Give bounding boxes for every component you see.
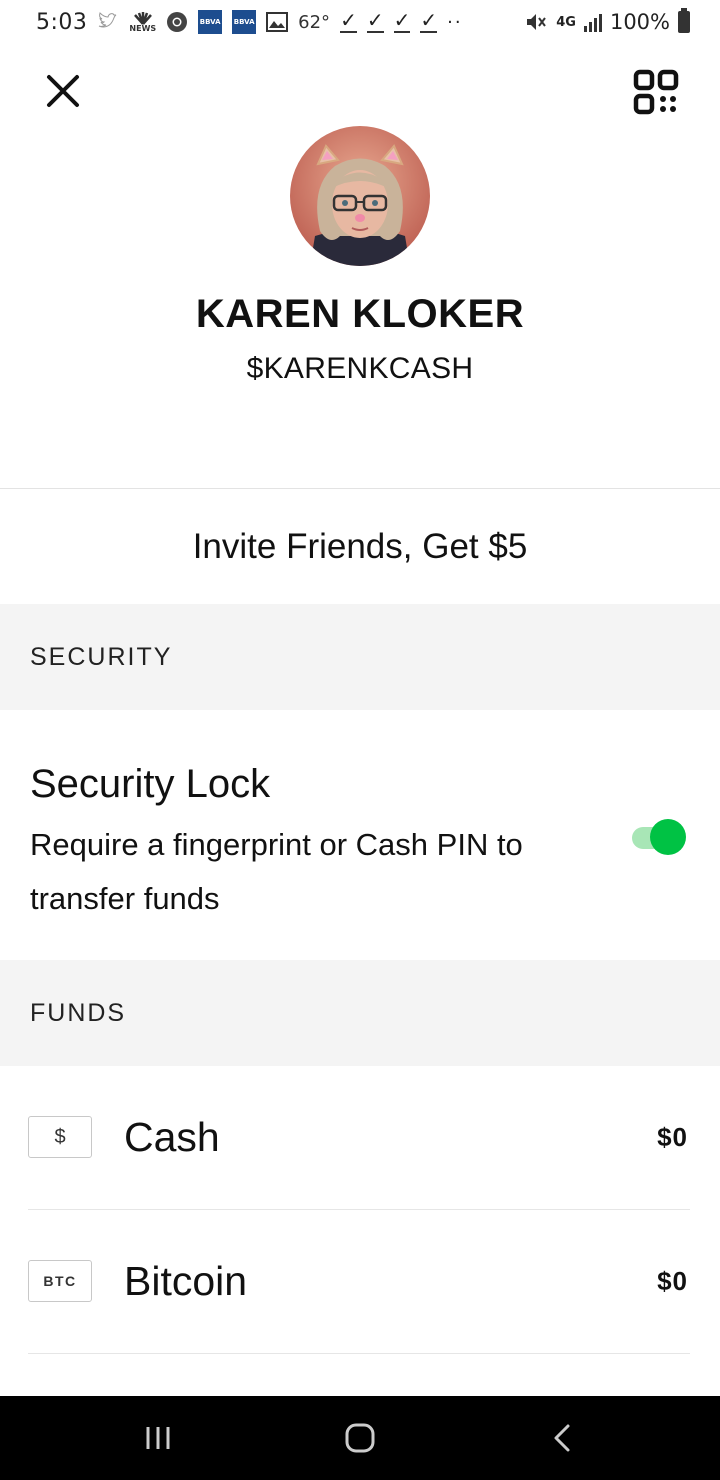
battery-percent: 100% xyxy=(609,10,670,34)
qr-code-button[interactable] xyxy=(632,68,680,116)
fund-amount: $0 xyxy=(657,1266,688,1296)
bbva-icon: BBVA xyxy=(198,10,223,34)
qr-code-icon xyxy=(633,69,679,115)
profile-name: KAREN KLOKER xyxy=(195,292,525,336)
battery-icon xyxy=(678,8,690,33)
security-lock-description: Require a fingerprint or Cash PIN to tra… xyxy=(30,827,523,916)
check-icon: ✓ xyxy=(420,8,438,33)
bbva-icon: BBVA xyxy=(232,10,257,34)
signal-icon xyxy=(583,12,602,32)
avatar[interactable] xyxy=(290,126,430,266)
gallery-icon xyxy=(266,12,289,32)
security-section-header: SECURITY xyxy=(0,604,720,710)
news-label: NEWS xyxy=(129,24,157,33)
funds-section-header: FUNDS xyxy=(0,960,720,1066)
recents-icon xyxy=(146,1427,170,1449)
security-lock-toggle[interactable] xyxy=(630,816,688,855)
close-icon xyxy=(47,75,79,107)
status-bar: 5:03 NEWS BBVA BBVA 62° ✓ ✓ ✓ ✓ ·· 4G 10… xyxy=(0,0,720,44)
fund-row-cash[interactable]: $ Cash $0 xyxy=(0,1066,720,1210)
toggle-knob xyxy=(650,819,686,855)
bitcoin-badge-icon: BTC xyxy=(28,1260,92,1302)
recents-button[interactable] xyxy=(108,1396,208,1480)
funds-section-label: FUNDS xyxy=(30,998,127,1027)
nbc-news-icon: NEWS xyxy=(129,11,156,33)
check-icon: ✓ xyxy=(393,8,411,33)
twitter-icon xyxy=(97,12,119,32)
navigation-bar xyxy=(0,1396,720,1480)
fund-row-bitcoin[interactable]: BTC Bitcoin $0 xyxy=(0,1210,720,1354)
divider xyxy=(28,1353,690,1354)
back-icon xyxy=(554,1424,570,1452)
home-button[interactable] xyxy=(310,1396,410,1480)
security-lock-title: Security Lock xyxy=(30,762,271,806)
more-dots-icon: ·· xyxy=(447,11,463,33)
security-section-label: SECURITY xyxy=(30,642,173,671)
invite-friends-button[interactable]: Invite Friends, Get $5 xyxy=(0,489,720,604)
fund-amount: $0 xyxy=(657,1122,688,1152)
check-icon: ✓ xyxy=(340,8,357,33)
home-icon xyxy=(345,1423,375,1453)
chrome-icon xyxy=(166,11,188,33)
security-lock-row: Security Lock Require a fingerprint or C… xyxy=(0,710,720,960)
check-icon: ✓ xyxy=(366,8,384,33)
close-button[interactable] xyxy=(40,68,86,114)
status-time: 5:03 xyxy=(36,9,88,35)
mute-icon xyxy=(524,11,548,33)
cash-badge-icon: $ xyxy=(28,1116,92,1158)
fund-label: Bitcoin xyxy=(124,1258,248,1304)
network-icon: 4G xyxy=(556,14,576,30)
fund-label: Cash xyxy=(124,1114,220,1160)
back-button[interactable] xyxy=(512,1396,612,1480)
profile-cashtag: $KARENKCASH xyxy=(246,352,474,385)
temperature: 62° xyxy=(298,11,331,33)
